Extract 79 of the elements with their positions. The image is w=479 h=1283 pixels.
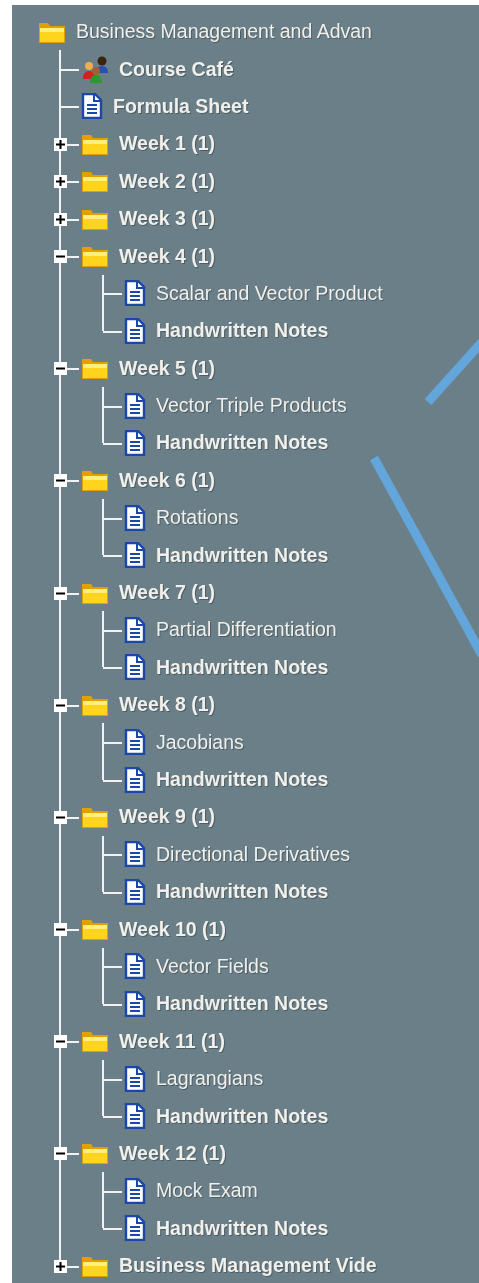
collapse-button[interactable]: [54, 1147, 67, 1161]
tree-item-label[interactable]: Course Café: [119, 57, 234, 81]
expand-button[interactable]: [54, 175, 67, 189]
document-icon: [124, 430, 146, 456]
document-icon: [124, 766, 146, 793]
expand-button[interactable]: [54, 137, 67, 151]
tree-item-label[interactable]: Business Management and Advan: [76, 20, 372, 44]
tree-item-label[interactable]: Week 7 (1): [119, 581, 216, 605]
folder-icon: [81, 244, 109, 269]
annotation-line: [424, 339, 479, 405]
collapse-button[interactable]: [54, 810, 67, 824]
collapse-button[interactable]: [54, 586, 67, 600]
document-icon: [124, 878, 146, 905]
tree-item-label[interactable]: Rotations: [156, 506, 239, 530]
collapse-button[interactable]: [54, 362, 67, 376]
tree-item-label[interactable]: Handwritten Notes: [156, 1216, 329, 1240]
tree-item-label[interactable]: Handwritten Notes: [156, 431, 329, 455]
folder-icon: [81, 356, 109, 381]
tree-item-label[interactable]: Week 4 (1): [119, 244, 216, 268]
collapse-button[interactable]: [54, 250, 67, 264]
document-icon: [124, 1065, 146, 1092]
plus-icon: [56, 139, 65, 149]
tree-item-label[interactable]: Handwritten Notes: [156, 543, 329, 567]
tree-item-label[interactable]: Scalar and Vector Product: [156, 281, 383, 305]
tree-item-label[interactable]: Vector Fields: [156, 954, 269, 978]
tree-item-label[interactable]: Week 6 (1): [119, 468, 216, 492]
collapse-button[interactable]: [54, 698, 67, 712]
document-icon: [124, 1215, 146, 1242]
document-icon: [124, 1177, 146, 1204]
plus-icon: [56, 1261, 65, 1271]
document-icon: [124, 841, 146, 868]
folder-icon: [81, 1029, 109, 1054]
collapse-button[interactable]: [54, 474, 67, 488]
tree-item-label[interactable]: Handwritten Notes: [156, 655, 329, 679]
expand-button[interactable]: [54, 1259, 67, 1273]
document-icon: [124, 729, 146, 756]
tree-item-label[interactable]: Jacobians: [156, 730, 244, 754]
tree-item-label[interactable]: Partial Differentiation: [156, 618, 337, 642]
document-icon: [124, 504, 146, 531]
document-icon: [124, 317, 146, 344]
tree-item-label[interactable]: Handwritten Notes: [156, 319, 329, 343]
tree-item-label[interactable]: Week 1 (1): [119, 132, 216, 156]
plus-icon: [56, 214, 65, 224]
tree-item-label[interactable]: Week 5 (1): [119, 356, 216, 380]
people-group-icon: [81, 55, 109, 84]
tree-item-label[interactable]: Business Management Vide: [119, 1254, 377, 1278]
tree-item-label[interactable]: Lagrangians: [156, 1067, 264, 1091]
plus-icon: [56, 177, 65, 187]
document-icon: [124, 953, 146, 980]
expand-button[interactable]: [54, 212, 67, 226]
tree-item-label[interactable]: Week 8 (1): [119, 693, 216, 717]
tree-item-label[interactable]: Week 9 (1): [119, 805, 216, 829]
tree-item-label[interactable]: Handwritten Notes: [156, 880, 329, 904]
document-icon: [124, 990, 146, 1017]
tree-item-label[interactable]: Handwritten Notes: [156, 1104, 329, 1128]
tree-item-label[interactable]: Week 10 (1): [119, 917, 226, 941]
tree-item-label[interactable]: Formula Sheet: [113, 94, 249, 118]
document-icon: [124, 392, 146, 419]
tree-item-label[interactable]: Handwritten Notes: [156, 768, 329, 791]
tree-item-label[interactable]: Week 12 (1): [119, 1141, 226, 1165]
tree-item-label[interactable]: Week 3 (1): [119, 207, 216, 231]
tree-item-label[interactable]: Week 11 (1): [119, 1029, 225, 1053]
tree-item-label[interactable]: Directional Derivatives: [156, 842, 350, 866]
folder-icon: [81, 1141, 109, 1166]
folder-icon: [81, 468, 109, 493]
folder-icon: [81, 169, 109, 194]
tree-item-label[interactable]: Handwritten Notes: [156, 992, 329, 1016]
document-icon: [124, 616, 146, 643]
collapse-button[interactable]: [54, 1035, 67, 1049]
tree-item-label[interactable]: Vector Triple Products: [156, 394, 347, 418]
folder-icon: [81, 917, 109, 942]
document-icon: [124, 1103, 146, 1129]
document-icon: [124, 654, 146, 681]
collapse-button[interactable]: [54, 923, 67, 937]
tree-item-label[interactable]: Mock Exam: [156, 1179, 258, 1203]
tree-item-label[interactable]: Week 2 (1): [119, 169, 216, 193]
document-icon: [124, 542, 146, 569]
document-icon: [124, 280, 146, 307]
document-icon: [81, 93, 103, 120]
